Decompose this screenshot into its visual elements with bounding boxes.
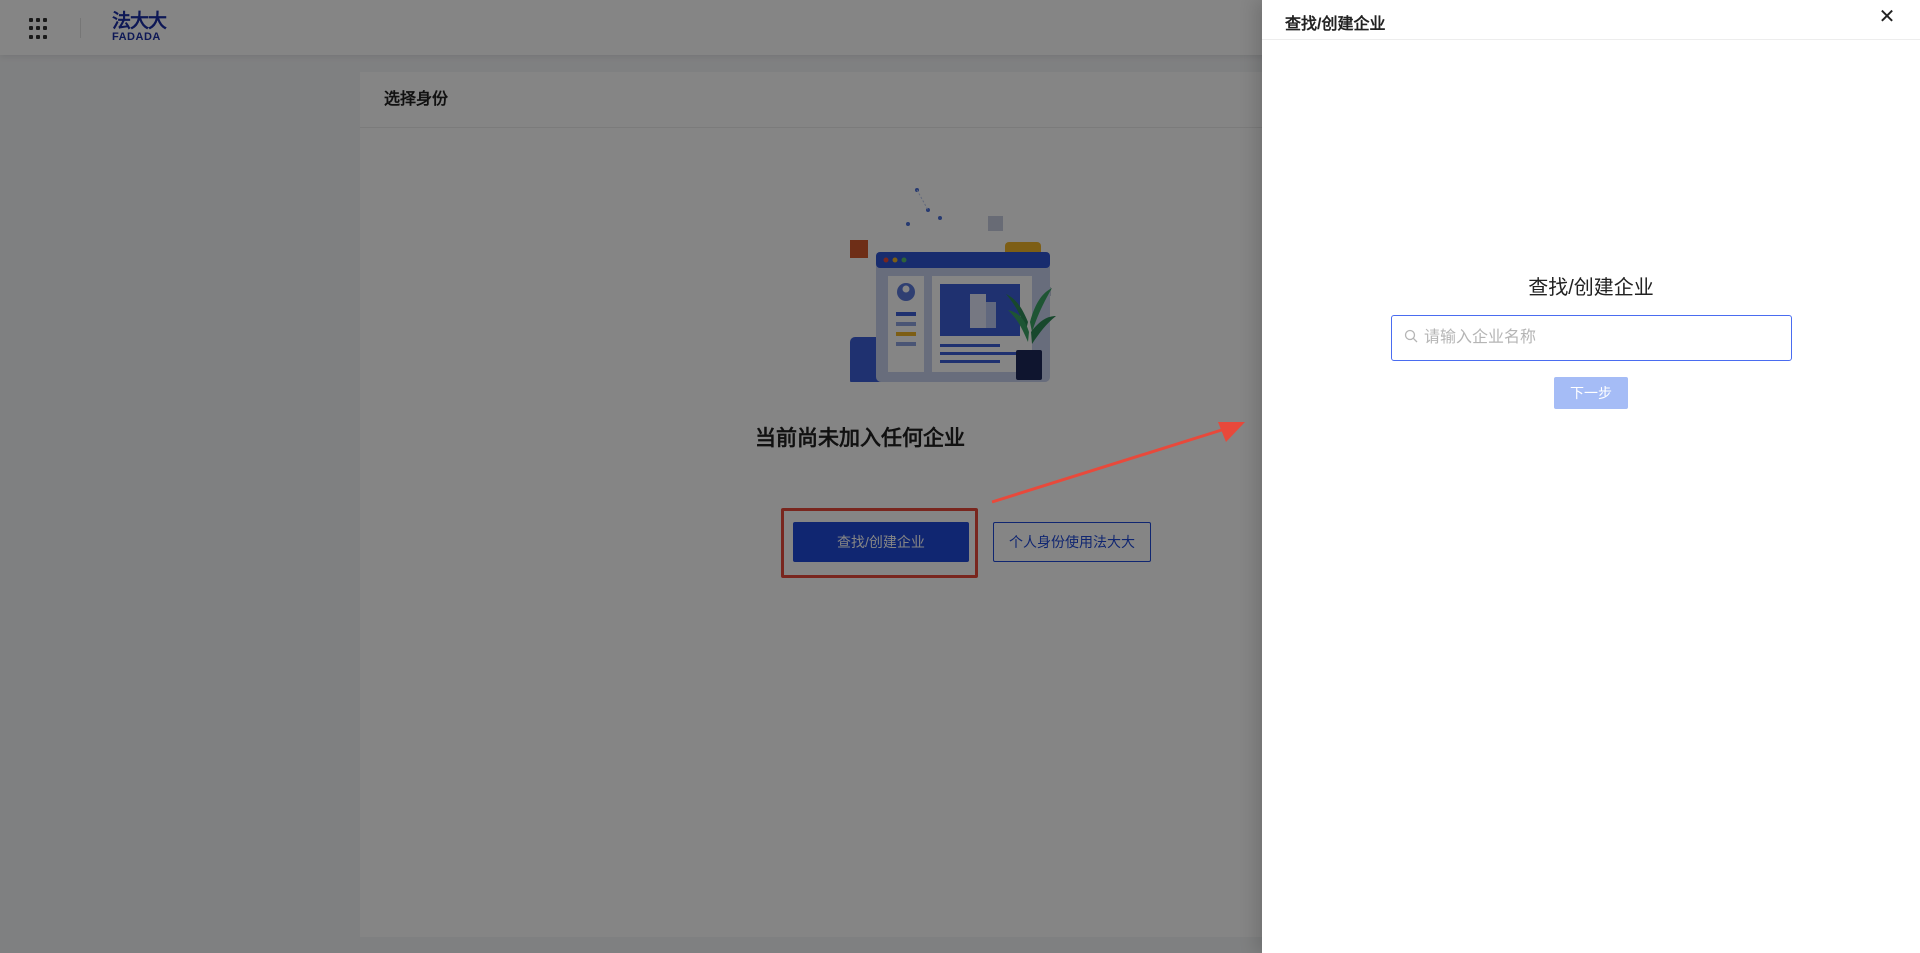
search-icon — [1404, 329, 1418, 343]
annotation-arrow-icon — [991, 422, 1245, 504]
find-create-enterprise-drawer: 查找/创建企业 ✕ 查找/创建企业 下一步 — [1262, 0, 1920, 953]
close-icon[interactable]: ✕ — [1876, 6, 1898, 28]
drawer-title: 查找/创建企业 — [1285, 16, 1386, 33]
drawer-heading: 查找/创建企业 — [1528, 277, 1654, 299]
drawer-header: 查找/创建企业 ✕ — [1262, 0, 1920, 40]
enterprise-search-field[interactable] — [1391, 315, 1792, 361]
next-step-button[interactable]: 下一步 — [1554, 377, 1628, 409]
enterprise-name-input[interactable] — [1422, 316, 1782, 360]
